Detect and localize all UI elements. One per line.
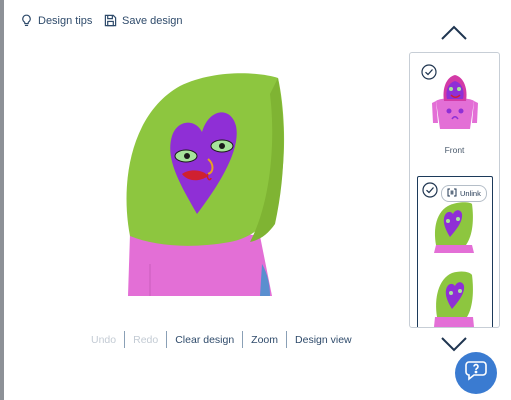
zoom-button[interactable]: Zoom [243,334,286,346]
help-chat-button[interactable] [455,352,497,394]
save-design-label: Save design [122,14,183,27]
design-canvas[interactable] [110,64,300,296]
redo-button[interactable]: Redo [125,334,166,346]
thumbnail-front[interactable]: Front [410,53,499,173]
left-panel-edge [0,0,4,400]
design-tips-button[interactable]: Design tips [20,14,92,27]
floppy-disk-icon [104,14,117,27]
undo-button[interactable]: Undo [83,334,124,346]
lightbulb-icon [20,14,33,27]
design-tips-label: Design tips [38,14,93,27]
design-view-button[interactable]: Design view [287,334,360,346]
hoodie-side-preview [126,73,285,296]
view-thumbnails-panel: Front Unlink [409,52,500,328]
chevron-up-icon [440,25,468,46]
unlink-icon [447,188,457,199]
hoodie-side-thumb-preview [434,202,474,253]
thumbnail-side-selected[interactable]: Unlink [417,176,493,327]
unlink-label: Unlink [460,189,481,198]
thumbnail-front-label: Front [444,145,465,155]
save-design-button[interactable]: Save design [104,14,183,27]
hoodie-front-preview [432,75,478,129]
canvas-action-bar: Undo Redo Clear design Zoom Design view [83,331,360,348]
clear-design-button[interactable]: Clear design [167,334,242,346]
chat-help-icon [464,360,488,387]
unlink-button[interactable]: Unlink [441,185,487,202]
hoodie-back-thumb-preview [434,271,474,327]
thumbnails-scroll-up[interactable] [440,24,468,47]
